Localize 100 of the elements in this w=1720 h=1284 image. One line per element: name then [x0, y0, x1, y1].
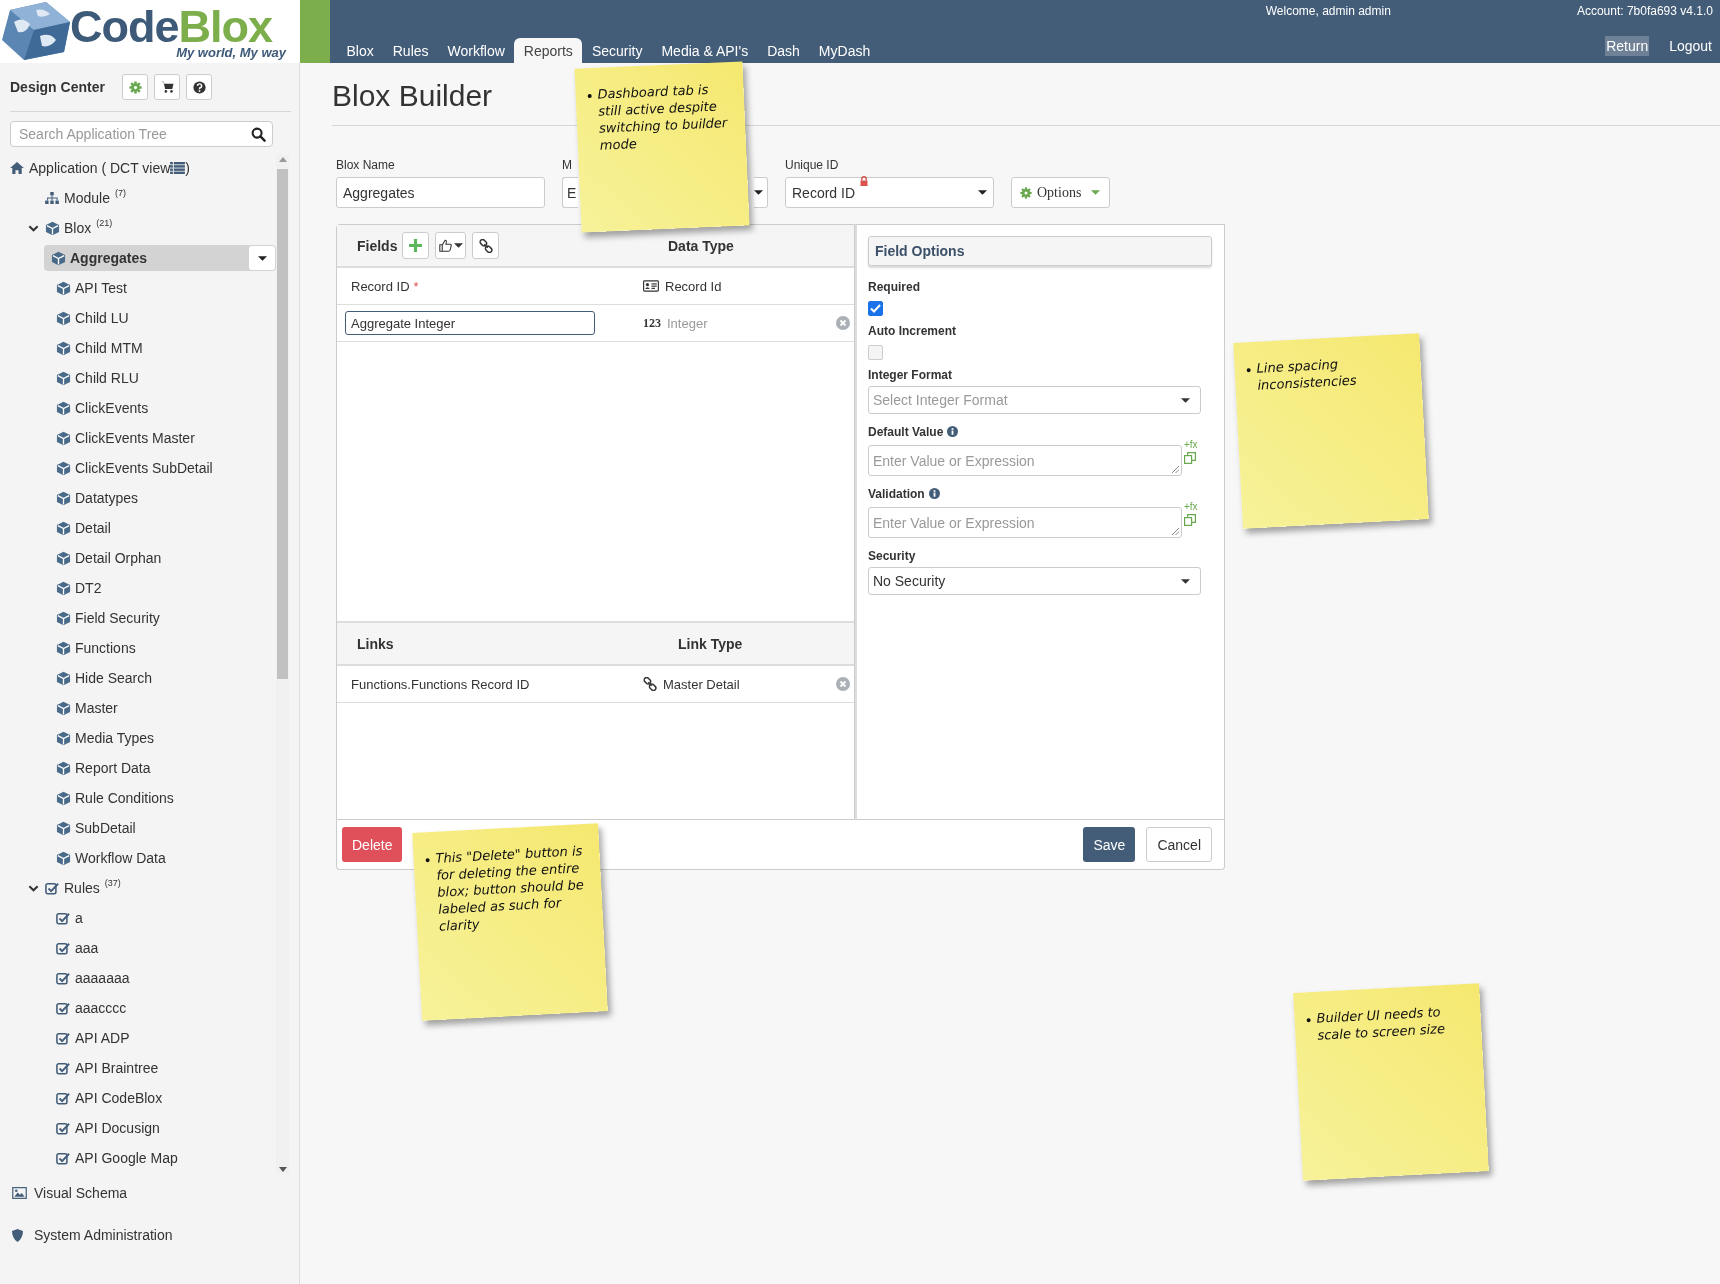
- tree-item[interactable]: API ADP: [75, 1030, 130, 1046]
- cube-icon: [56, 310, 71, 326]
- tree-item[interactable]: Detail Orphan: [75, 550, 162, 566]
- tree-item[interactable]: DT2: [75, 580, 102, 596]
- tree-item[interactable]: Rules: [64, 880, 100, 896]
- sidebar-link[interactable]: Visual Schema: [34, 1185, 128, 1201]
- nav-tab[interactable]: Reports: [514, 38, 583, 63]
- caret-down-icon: [1091, 190, 1101, 195]
- tree-item[interactable]: Child RLU: [75, 370, 139, 386]
- tree-item[interactable]: Report Data: [75, 760, 151, 776]
- tree-item[interactable]: aaa: [75, 940, 99, 956]
- scrollbar-thumb[interactable]: [277, 169, 288, 679]
- nav-tab[interactable]: Workflow: [438, 38, 515, 63]
- header-link[interactable]: Logout: [1668, 36, 1713, 56]
- tree-item[interactable]: a: [75, 910, 83, 926]
- delete-button[interactable]: Delete: [342, 827, 403, 862]
- link-icon: [478, 238, 493, 253]
- tree-item[interactable]: Master: [75, 700, 118, 716]
- vote-menu-button[interactable]: [435, 232, 466, 259]
- option-label: Auto Increment: [868, 323, 956, 338]
- tree-item[interactable]: ClickEvents Master: [75, 430, 195, 446]
- checkbox[interactable]: [868, 345, 883, 360]
- data-type: Record Id: [665, 278, 722, 294]
- tree-item[interactable]: Rule Conditions: [75, 790, 174, 806]
- resize-grip-icon[interactable]: [1171, 465, 1179, 473]
- caret-down-icon: [453, 243, 463, 248]
- save-button[interactable]: Save: [1083, 827, 1136, 862]
- note-text: Line spacing inconsistencies: [1256, 355, 1358, 394]
- input-field[interactable]: Aggregates: [336, 177, 545, 208]
- gear-icon: [128, 80, 142, 94]
- page-title: Blox Builder: [332, 78, 493, 114]
- tree-item[interactable]: API Braintree: [75, 1060, 159, 1076]
- info-icon: [947, 426, 959, 437]
- cube-icon: [56, 340, 71, 356]
- resize-grip-icon[interactable]: [1171, 527, 1179, 535]
- cube-icon: [45, 220, 60, 236]
- nav-tab[interactable]: MyDash: [809, 38, 880, 63]
- tree-item[interactable]: Hide Search: [75, 670, 153, 686]
- link-icon: [643, 677, 657, 691]
- nav-tab[interactable]: Blox: [337, 38, 384, 63]
- copy-icon: [1184, 514, 1196, 526]
- note-text: This "Delete" button is for deleting the entire blox; button should be labeled as such for clarity: [435, 842, 586, 935]
- cube-icon: [56, 580, 71, 596]
- tree-item[interactable]: Media Types: [75, 730, 155, 746]
- cart-button[interactable]: [154, 74, 180, 100]
- item-dropdown-button[interactable]: [249, 246, 275, 270]
- tree-item[interactable]: Datatypes: [75, 490, 139, 506]
- header-link[interactable]: Return: [1605, 36, 1650, 56]
- select-field[interactable]: No Security: [868, 567, 1201, 595]
- field-label: Unique ID: [785, 158, 840, 172]
- tree-item[interactable]: API Google Map: [75, 1150, 178, 1166]
- cube-icon: [56, 700, 71, 716]
- scroll-down-icon[interactable]: [278, 1166, 287, 1172]
- scroll-up-icon[interactable]: [278, 156, 287, 162]
- tree-item[interactable]: Application ( DCT view: [29, 160, 171, 176]
- tree-item[interactable]: Child LU: [75, 310, 129, 326]
- options-button[interactable]: Options: [1011, 177, 1110, 208]
- nav-tab[interactable]: Media & API's: [651, 38, 758, 63]
- tree-item[interactable]: API Docusign: [75, 1120, 160, 1136]
- cube-icon: [56, 520, 71, 536]
- nav-tab[interactable]: Dash: [757, 38, 810, 63]
- tree-item[interactable]: Workflow Data: [75, 850, 166, 866]
- add-field-button[interactable]: [402, 232, 429, 259]
- checkbox-icon: [56, 1121, 70, 1135]
- tree-item[interactable]: Aggregates: [70, 250, 148, 266]
- settings-button[interactable]: [122, 74, 148, 100]
- type-code-text: 123: [643, 315, 661, 331]
- nav-tab[interactable]: Security: [582, 38, 652, 63]
- dropdown-toggle[interactable]: [754, 177, 768, 208]
- tree-item[interactable]: SubDetail: [75, 820, 136, 836]
- field-name[interactable]: Record ID: [351, 278, 410, 294]
- select-field[interactable]: E: [562, 177, 578, 208]
- tree-item[interactable]: Module: [64, 190, 110, 206]
- tree-item[interactable]: aaaaaaa: [75, 970, 130, 986]
- tree-item[interactable]: aaacccc: [75, 1000, 127, 1016]
- link-button[interactable]: [472, 232, 499, 259]
- tree-item-suffix: ): [185, 160, 191, 176]
- tree-item[interactable]: ClickEvents SubDetail: [75, 460, 213, 476]
- tree-item[interactable]: Blox: [64, 220, 92, 236]
- link-name[interactable]: Functions.Functions Record ID: [351, 676, 530, 692]
- select-field[interactable]: Record ID: [785, 177, 994, 208]
- scrollbar[interactable]: [276, 155, 289, 1173]
- cube-icon: [56, 760, 71, 776]
- checkbox[interactable]: [868, 301, 883, 316]
- tree-item[interactable]: API CodeBlox: [75, 1090, 163, 1106]
- help-button[interactable]: [186, 74, 212, 100]
- tree-item[interactable]: ClickEvents: [75, 400, 149, 416]
- tree-item[interactable]: Functions: [75, 640, 136, 656]
- field-name-input[interactable]: Aggregate Integer: [345, 311, 595, 335]
- nav-tab[interactable]: Rules: [383, 38, 439, 63]
- tree-item[interactable]: Detail: [75, 520, 111, 536]
- cube-icon: [56, 610, 71, 626]
- tree-item[interactable]: Child MTM: [75, 340, 143, 356]
- checkbox-icon: [56, 971, 70, 985]
- tree-item[interactable]: API Test: [75, 280, 127, 296]
- sidebar-link[interactable]: System Administration: [34, 1227, 173, 1243]
- cancel-button[interactable]: Cancel: [1146, 827, 1212, 862]
- item-count: (21): [96, 218, 113, 228]
- tree-item[interactable]: Field Security: [75, 610, 160, 626]
- selected-tree-item[interactable]: Aggregates: [44, 245, 276, 271]
